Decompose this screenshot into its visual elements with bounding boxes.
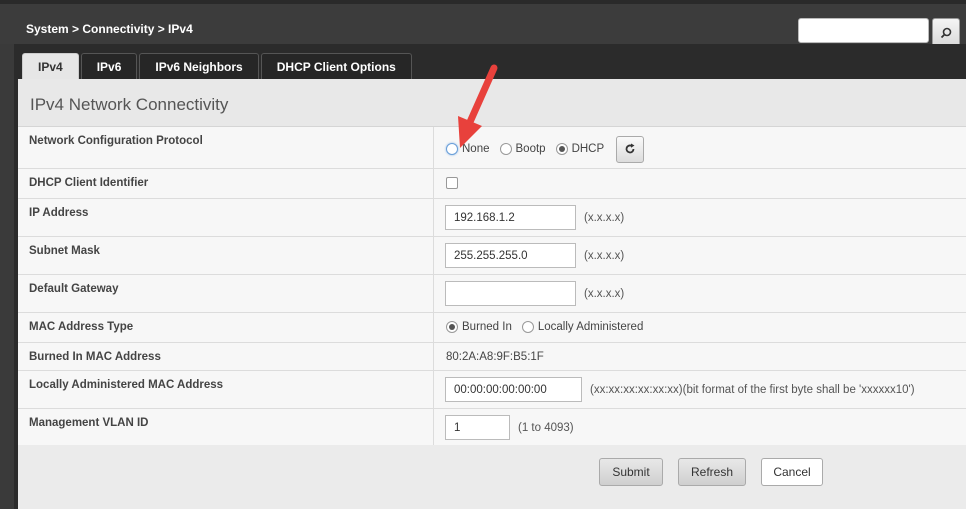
ip-address-input[interactable]: 192.168.1.2 (445, 205, 576, 230)
cancel-button[interactable]: Cancel (761, 458, 823, 486)
annotation-arrow (458, 64, 498, 148)
radio-dhcp[interactable] (555, 143, 568, 155)
row-ip-address: IP Address 192.168.1.2 (x.x.x.x) (18, 199, 966, 237)
row-default-gateway: Default Gateway (x.x.x.x) (18, 275, 966, 313)
radio-dhcp-label: DHCP (571, 143, 605, 155)
tab-bar: IPv4 IPv6 IPv6 Neighbors DHCP Client Opt… (22, 53, 414, 79)
row-dhcp-client-identifier: DHCP Client Identifier (18, 169, 966, 199)
tab-dhcp-client-options[interactable]: DHCP Client Options (260, 53, 412, 79)
label-network-config-protocol: Network Configuration Protocol (29, 135, 203, 147)
mac-type-radio-group: Burned In Locally Administered (446, 321, 653, 333)
ip-address-hint: (x.x.x.x) (584, 211, 625, 224)
page-title: IPv4 Network Connectivity (30, 95, 229, 114)
radio-bootp-label: Bootp (515, 143, 546, 155)
radio-burned-in-label: Burned In (462, 321, 512, 333)
subnet-mask-input[interactable]: 255.255.255.0 (445, 243, 576, 268)
label-locally-administered-mac: Locally Administered MAC Address (29, 379, 224, 391)
locally-administered-mac-hint: (xx:xx:xx:xx:xx:xx)(bit format of the fi… (590, 383, 915, 396)
row-locally-administered-mac: Locally Administered MAC Address 00:00:0… (18, 371, 966, 409)
label-burned-in-mac: Burned In MAC Address (29, 351, 161, 363)
row-mac-address-type: MAC Address Type Burned In Locally Admin… (18, 313, 966, 343)
refresh-icon (625, 143, 635, 154)
label-management-vlan-id: Management VLAN ID (29, 417, 149, 429)
breadcrumb: System > Connectivity > IPv4 (26, 22, 193, 36)
search-button[interactable] (932, 18, 960, 47)
form-rows: Network Configuration Protocol None Boot… (18, 127, 966, 447)
dhcp-client-identifier-checkbox[interactable] (446, 177, 458, 189)
burned-in-mac-value: 80:2A:A8:9F:B5:1F (446, 351, 544, 363)
locally-administered-mac-input[interactable]: 00:00:00:00:00:00 (445, 377, 582, 402)
radio-burned-in[interactable] (446, 321, 458, 333)
row-subnet-mask: Subnet Mask 255.255.255.0 (x.x.x.x) (18, 237, 966, 275)
row-burned-in-mac: Burned In MAC Address 80:2A:A8:9F:B5:1F (18, 343, 966, 371)
management-vlan-id-input[interactable]: 1 (445, 415, 510, 440)
tab-ipv4[interactable]: IPv4 (22, 53, 79, 79)
label-subnet-mask: Subnet Mask (29, 245, 100, 257)
submit-button[interactable]: Submit (599, 458, 663, 486)
label-dhcp-client-identifier: DHCP Client Identifier (29, 177, 149, 189)
label-ip-address: IP Address (29, 207, 89, 219)
default-gateway-hint: (x.x.x.x) (584, 287, 625, 300)
management-vlan-id-hint: (1 to 4093) (518, 421, 574, 434)
form-footer: Submit Refresh Cancel (18, 445, 966, 509)
radio-locally-administered[interactable] (521, 321, 534, 333)
search-input[interactable] (798, 18, 929, 43)
radio-locally-administered-label: Locally Administered (537, 321, 644, 333)
label-mac-address-type: MAC Address Type (29, 321, 134, 333)
search-icon (940, 27, 952, 38)
default-gateway-input[interactable] (445, 281, 576, 306)
label-default-gateway: Default Gateway (29, 283, 119, 295)
tab-ipv6-neighbors[interactable]: IPv6 Neighbors (139, 53, 259, 79)
subnet-mask-hint: (x.x.x.x) (584, 249, 625, 262)
top-bar: System > Connectivity > IPv4 (0, 0, 966, 47)
tab-ipv6[interactable]: IPv6 (80, 53, 138, 79)
refresh-button[interactable]: Refresh (678, 458, 746, 486)
radio-none[interactable] (446, 143, 458, 155)
protocol-refresh-button[interactable] (616, 135, 645, 163)
row-management-vlan-id: Management VLAN ID 1 (1 to 4093) (18, 409, 966, 447)
